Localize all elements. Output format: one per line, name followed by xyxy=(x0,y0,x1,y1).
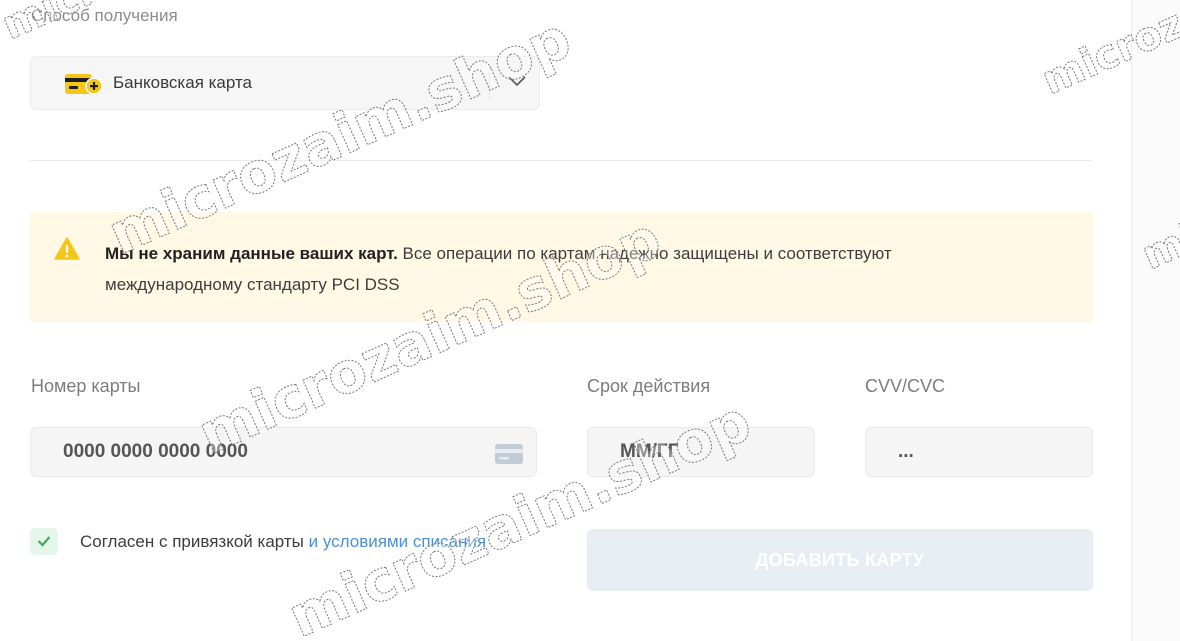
receive-method-select[interactable]: Банковская карта xyxy=(30,56,540,110)
check-icon xyxy=(37,536,51,547)
agree-text: Согласен с привязкой карты и условиями с… xyxy=(80,532,486,552)
bank-card-add-icon xyxy=(65,74,103,95)
expiry-input[interactable] xyxy=(587,427,815,477)
add-card-button[interactable]: ДОБАВИТЬ КАРТУ xyxy=(587,529,1093,591)
notice-bold-text: Мы не храним данные ваших карт. xyxy=(105,244,398,263)
credit-card-icon xyxy=(495,444,523,464)
card-number-input[interactable] xyxy=(30,427,537,477)
notice-text: Мы не храним данные ваших карт. Все опер… xyxy=(105,238,1025,300)
cvv-label: CVV/CVC xyxy=(865,376,946,396)
warning-icon xyxy=(54,237,80,260)
agree-label: Согласен с привязкой карты xyxy=(80,532,309,551)
right-panel-edge xyxy=(1131,0,1180,641)
card-number-label: Номер карты xyxy=(31,376,141,396)
cvv-input[interactable] xyxy=(865,427,1093,477)
expiry-label: Срок действия xyxy=(587,376,711,396)
receive-method-value: Банковская карта xyxy=(113,73,253,92)
chevron-down-icon[interactable] xyxy=(507,73,527,89)
select-separator xyxy=(489,67,490,100)
security-notice: Мы не храним данные ваших карт. Все опер… xyxy=(30,212,1093,322)
charge-terms-link[interactable]: и условиями списания xyxy=(309,532,486,551)
section-divider xyxy=(30,160,1092,161)
receive-method-label: Способ получения xyxy=(31,6,178,25)
agree-checkbox[interactable] xyxy=(30,528,58,555)
